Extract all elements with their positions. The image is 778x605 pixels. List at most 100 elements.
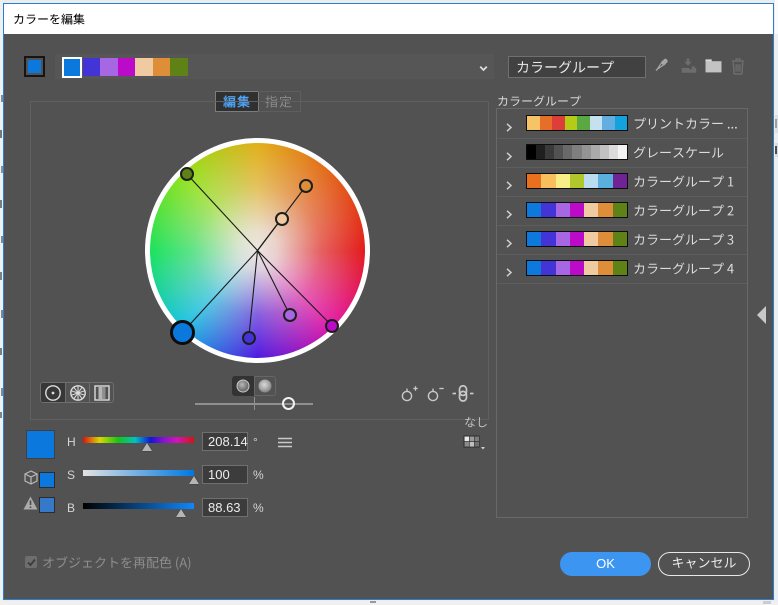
swatch-cell bbox=[598, 173, 613, 188]
add-color-tool-icon[interactable] bbox=[400, 384, 420, 408]
eyedropper-icon[interactable] bbox=[652, 57, 670, 80]
segmented-color-wheel-button[interactable] bbox=[65, 383, 90, 402]
limit-colors-button[interactable] bbox=[463, 435, 485, 450]
swatch-cell bbox=[563, 144, 573, 159]
active-color-fill bbox=[28, 60, 41, 73]
color-group-row-5[interactable] bbox=[497, 254, 747, 284]
new-group-folder-icon[interactable] bbox=[705, 59, 722, 78]
swatch-cell bbox=[599, 144, 609, 159]
active-color-swatch-4[interactable] bbox=[135, 57, 153, 76]
group-swatch-strip[interactable] bbox=[526, 172, 628, 189]
swatch-cell bbox=[555, 202, 570, 217]
smooth-color-wheel-button[interactable] bbox=[41, 383, 65, 402]
swatch-cell bbox=[584, 173, 599, 188]
swatch-cell bbox=[598, 231, 613, 246]
swatch-cell bbox=[612, 231, 627, 246]
dialog-titlebar[interactable] bbox=[4, 4, 773, 34]
out-of-gamut-warning-icon[interactable] bbox=[23, 496, 38, 515]
color-bars-button[interactable] bbox=[89, 383, 114, 402]
save-group-icon bbox=[681, 58, 697, 79]
background-fragment bbox=[0, 130, 2, 138]
expand-chevron-icon[interactable] bbox=[506, 119, 513, 137]
swatch-cell bbox=[614, 115, 627, 130]
expand-chevron-icon[interactable] bbox=[506, 148, 513, 166]
color-marker-1[interactable] bbox=[299, 178, 314, 193]
hue-value-field[interactable]: 208.14 bbox=[202, 431, 248, 451]
swatch-cell bbox=[527, 231, 542, 246]
brightness-slider-handle[interactable] bbox=[175, 509, 186, 517]
group-swatch-strip[interactable] bbox=[526, 201, 628, 218]
swatch-cell bbox=[541, 260, 556, 275]
color-group-row-0[interactable] bbox=[497, 109, 747, 139]
hue-slider-handle[interactable] bbox=[141, 443, 152, 451]
remove-color-tool-icon[interactable] bbox=[426, 384, 446, 408]
slider-handle[interactable] bbox=[282, 397, 295, 411]
brightness-unit: % bbox=[253, 501, 264, 515]
color-group-row-3[interactable] bbox=[497, 196, 747, 226]
collapse-panel-arrow[interactable] bbox=[757, 306, 766, 324]
swatch-cell bbox=[555, 231, 570, 246]
saturation-slider[interactable] bbox=[83, 470, 194, 476]
selected-color-marker[interactable] bbox=[170, 319, 196, 345]
swatch-cell bbox=[536, 144, 546, 159]
active-color-proxy-swatch bbox=[24, 56, 45, 77]
active-color-swatch-5[interactable] bbox=[152, 57, 171, 76]
recolor-artwork-checkbox[interactable] bbox=[25, 556, 37, 568]
group-name bbox=[633, 117, 738, 138]
web-safe-color-swatch[interactable] bbox=[39, 472, 55, 488]
in-gamut-color-swatch[interactable] bbox=[39, 497, 55, 513]
current-color-swatch[interactable] bbox=[26, 430, 55, 459]
delete-group-trash-icon bbox=[731, 58, 745, 80]
active-color-swatch-2[interactable] bbox=[100, 57, 118, 76]
active-color-swatch-1[interactable] bbox=[82, 57, 101, 76]
group-swatch-strip[interactable] bbox=[526, 114, 628, 131]
swatch-cell bbox=[527, 260, 542, 275]
saturation-slider-handle[interactable] bbox=[188, 476, 199, 484]
brightness-label: B bbox=[67, 501, 76, 515]
active-color-group-bar[interactable] bbox=[55, 54, 494, 79]
expand-chevron-icon[interactable] bbox=[506, 235, 513, 253]
background-fragment bbox=[0, 200, 2, 208]
expand-chevron-icon[interactable] bbox=[506, 206, 513, 224]
brightness-value-field[interactable]: 88.63 bbox=[202, 497, 248, 517]
group-swatch-strip[interactable] bbox=[526, 259, 628, 276]
hue-menu-icon[interactable] bbox=[278, 435, 292, 453]
edit-colors-dialog: H 208.14 ° S 100 % B 88.63 % OK bbox=[3, 3, 774, 600]
color-group-row-4[interactable] bbox=[497, 225, 747, 255]
link-harmony-colors-icon[interactable] bbox=[450, 384, 476, 407]
color-group-row-2[interactable] bbox=[497, 167, 747, 197]
color-marker-3[interactable] bbox=[241, 330, 256, 345]
color-group-name-input[interactable] bbox=[508, 56, 646, 78]
swatch-cell bbox=[527, 144, 537, 159]
color-marker-0[interactable] bbox=[179, 166, 194, 181]
active-color-swatch-6[interactable] bbox=[170, 57, 188, 76]
background-fragment bbox=[370, 601, 376, 603]
group-swatch-strip[interactable] bbox=[526, 143, 628, 160]
swatch-cell bbox=[577, 115, 590, 130]
background-fragment bbox=[775, 146, 777, 154]
color-group-name-value bbox=[516, 60, 614, 77]
chevron-down-icon[interactable] bbox=[478, 61, 489, 79]
background-fragment bbox=[763, 601, 771, 604]
dialog-title bbox=[13, 13, 85, 27]
active-color-swatch-0[interactable] bbox=[62, 57, 82, 78]
swatch-cell bbox=[581, 144, 591, 159]
ok-button[interactable]: OK bbox=[560, 551, 651, 576]
color-limit-value bbox=[464, 416, 488, 430]
color-group-row-1[interactable] bbox=[497, 138, 747, 168]
color-marker-2[interactable] bbox=[274, 211, 289, 226]
expand-chevron-icon[interactable] bbox=[506, 264, 513, 282]
cancel-button[interactable] bbox=[658, 551, 750, 576]
expand-chevron-icon[interactable] bbox=[506, 177, 513, 195]
hue-slider[interactable] bbox=[83, 437, 194, 443]
screen: H 208.14 ° S 100 % B 88.63 % OK bbox=[0, 0, 778, 605]
swatch-cell bbox=[569, 173, 585, 188]
active-color-swatch-3[interactable] bbox=[117, 57, 136, 76]
swatch-cell bbox=[584, 260, 599, 275]
saturation-unit: % bbox=[253, 468, 264, 482]
color-marker-4[interactable] bbox=[282, 307, 297, 322]
brightness-slider[interactable] bbox=[83, 503, 194, 509]
group-swatch-strip[interactable] bbox=[526, 230, 628, 247]
saturation-value-field[interactable]: 100 bbox=[202, 464, 248, 484]
out-of-web-cube-icon[interactable] bbox=[24, 470, 38, 490]
